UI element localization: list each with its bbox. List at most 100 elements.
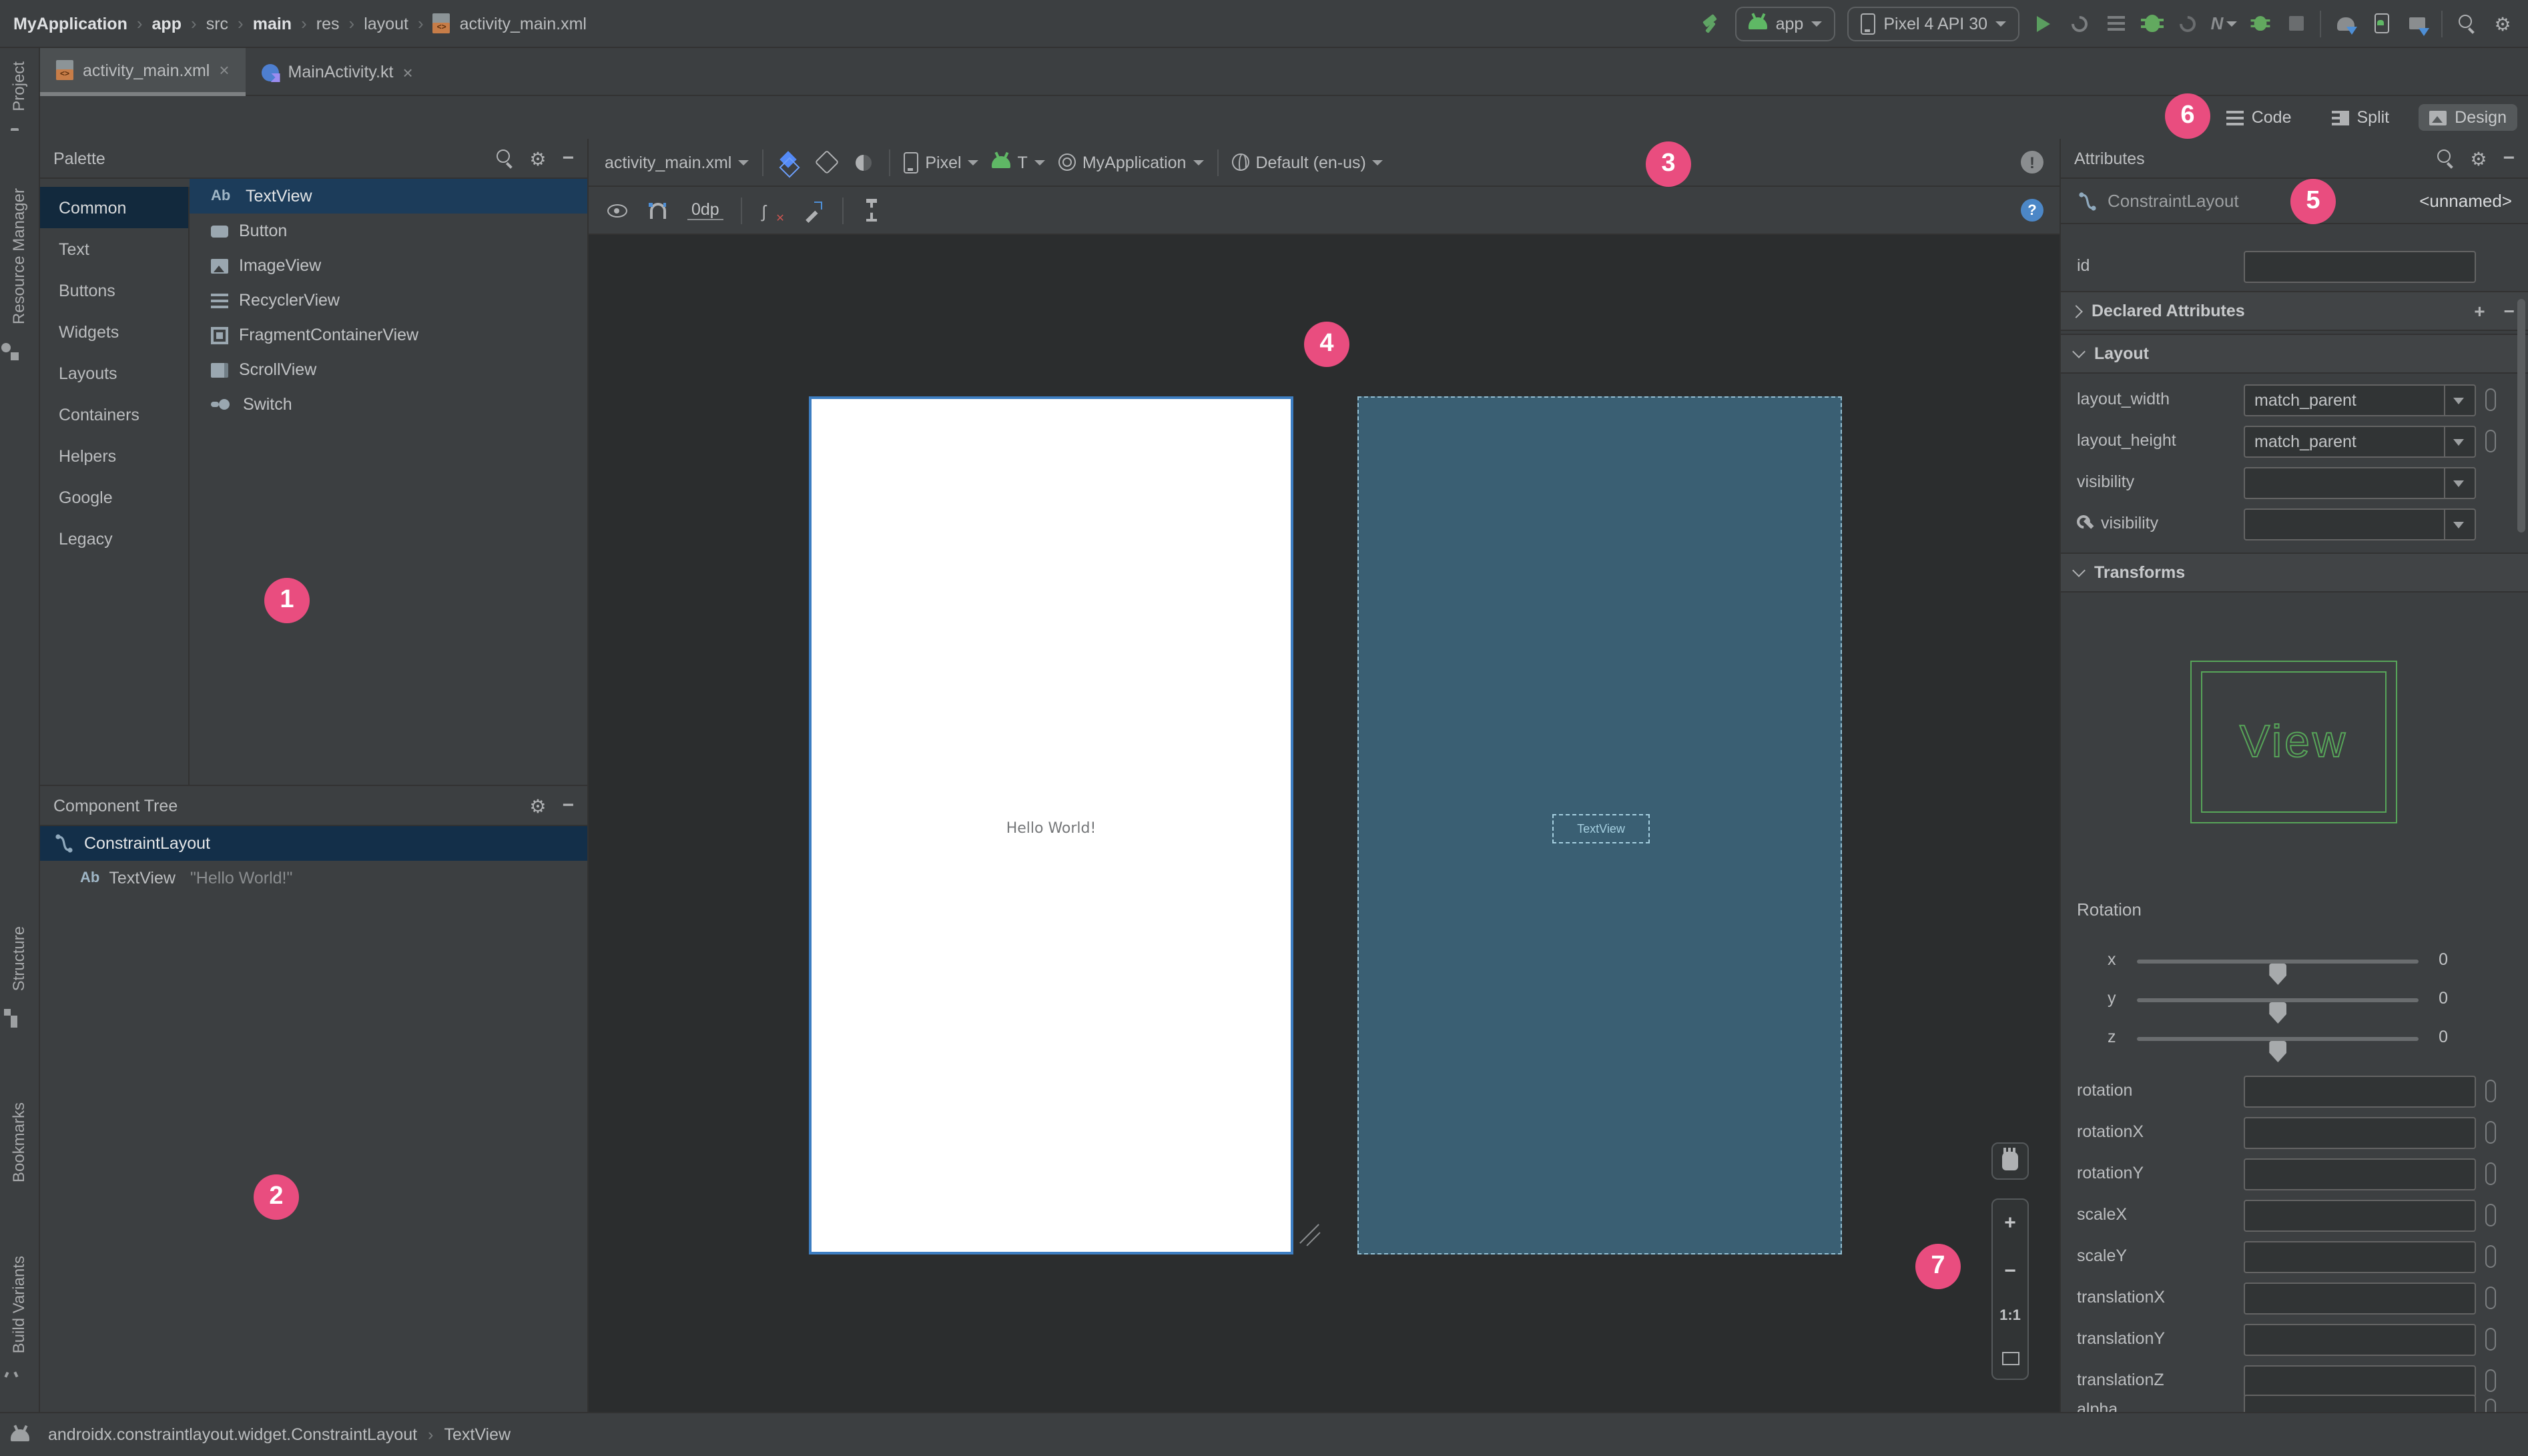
locale-selector[interactable]: Default (en-us) xyxy=(1231,153,1383,171)
blueprint-textview[interactable]: TextView xyxy=(1552,814,1650,843)
transforms-section[interactable]: Transforms xyxy=(2061,553,2528,593)
palette-item-fragmentcontainerview[interactable]: FragmentContainerView xyxy=(190,318,587,352)
file-selector[interactable]: activity_main.xml xyxy=(605,153,749,171)
translationx-input[interactable] xyxy=(2244,1283,2476,1315)
palette-item-button[interactable]: Button xyxy=(190,214,587,248)
run-configuration-select[interactable]: app xyxy=(1735,6,1836,41)
layout-height-select[interactable]: match_parent xyxy=(2244,426,2476,458)
field-flag[interactable] xyxy=(2485,1369,2496,1392)
translationy-input[interactable] xyxy=(2244,1324,2476,1356)
translationz-input[interactable] xyxy=(2244,1365,2476,1397)
help-icon[interactable]: ? xyxy=(2021,199,2043,222)
apply-changes-icon[interactable] xyxy=(2068,11,2092,35)
tool-button-bookmarks[interactable]: Bookmarks xyxy=(9,1102,28,1182)
bookmarks-icon[interactable] xyxy=(11,1206,29,1225)
view-options-eye-icon[interactable] xyxy=(605,198,629,222)
issue-panel-icon[interactable]: ! xyxy=(2021,151,2043,173)
run-button[interactable] xyxy=(2031,11,2056,35)
rotationx-input[interactable] xyxy=(2244,1117,2476,1149)
gear-icon[interactable]: ⚙ xyxy=(2470,149,2487,167)
design-surface-selector[interactable] xyxy=(777,150,801,174)
palette-item-switch[interactable]: Switch xyxy=(190,387,587,422)
resource-manager-icon[interactable] xyxy=(11,352,29,371)
slider-track[interactable] xyxy=(2137,1037,2419,1062)
zoom-actual-size-button[interactable]: 1:1 xyxy=(1999,1309,2021,1324)
stop-button[interactable] xyxy=(2284,11,2308,35)
hello-world-text[interactable]: Hello World! xyxy=(812,819,1291,837)
field-flag[interactable] xyxy=(2485,1399,2496,1412)
tree-item-textview[interactable]: Ab TextView "Hello World!" xyxy=(40,861,587,895)
structure-icon[interactable] xyxy=(11,1016,29,1034)
scalex-input[interactable] xyxy=(2244,1200,2476,1232)
build-variants-android-icon[interactable] xyxy=(11,1376,29,1395)
debug-button[interactable] xyxy=(2140,11,2164,35)
palette-category-helpers[interactable]: Helpers xyxy=(40,435,188,476)
tab-mainactivity-kt[interactable]: MainActivity.kt × xyxy=(246,48,429,96)
zoom-to-fit-icon[interactable] xyxy=(2001,1351,2019,1365)
palette-item-imageview[interactable]: ImageView xyxy=(190,248,587,283)
zoom-out-button[interactable]: − xyxy=(2004,1261,2016,1281)
breadcrumb-src[interactable]: src xyxy=(206,14,228,33)
tree-item-constraintlayout[interactable]: ConstraintLayout xyxy=(40,826,587,861)
tool-button-project[interactable]: Project xyxy=(9,61,28,111)
id-input[interactable] xyxy=(2244,251,2476,283)
layout-width-select[interactable]: match_parent xyxy=(2244,384,2476,416)
view-mode-split[interactable]: Split xyxy=(2321,104,2401,131)
palette-category-google[interactable]: Google xyxy=(40,476,188,518)
project-folder-icon[interactable] xyxy=(11,131,29,149)
slider-track[interactable] xyxy=(2137,998,2419,1024)
breadcrumb-main[interactable]: main xyxy=(253,14,292,33)
rotationy-input[interactable] xyxy=(2244,1158,2476,1190)
api-version-selector[interactable]: T xyxy=(992,153,1045,171)
default-margins-selector[interactable]: 0dp xyxy=(687,200,723,220)
add-attribute-button[interactable]: + xyxy=(2474,300,2485,322)
guidelines-icon[interactable] xyxy=(861,198,885,222)
rotation-input[interactable] xyxy=(2244,1076,2476,1108)
palette-item-scrollview[interactable]: ScrollView xyxy=(190,352,587,387)
autoconnect-magnet-icon[interactable] xyxy=(646,198,670,222)
search-icon[interactable] xyxy=(496,149,513,167)
close-tab-icon[interactable]: × xyxy=(219,60,229,80)
field-flag[interactable] xyxy=(2485,1287,2496,1309)
night-mode-selector[interactable] xyxy=(852,150,876,174)
breadcrumb-project[interactable]: MyApplication xyxy=(13,14,127,33)
palette-category-legacy[interactable]: Legacy xyxy=(40,518,188,559)
attach-debugger-icon[interactable] xyxy=(2248,11,2272,35)
hide-panel-icon[interactable]: − xyxy=(562,794,574,817)
blueprint-preview[interactable]: TextView xyxy=(1357,396,1842,1254)
field-flag[interactable] xyxy=(2485,1162,2496,1185)
slider-thumb[interactable] xyxy=(2269,1041,2287,1062)
apply-code-changes-icon[interactable] xyxy=(2104,11,2128,35)
field-flag[interactable] xyxy=(2485,1328,2496,1351)
field-flag[interactable] xyxy=(2485,1080,2496,1102)
status-class-path[interactable]: androidx.constraintlayout.widget.Constra… xyxy=(48,1425,417,1444)
close-tab-icon[interactable]: × xyxy=(402,62,412,82)
palette-category-common[interactable]: Common xyxy=(40,187,188,228)
palette-category-containers[interactable]: Containers xyxy=(40,394,188,435)
breadcrumb-res[interactable]: res xyxy=(316,14,340,33)
attributes-scrollbar[interactable] xyxy=(2517,299,2525,532)
layout-section[interactable]: Layout xyxy=(2061,334,2528,374)
field-flag[interactable] xyxy=(2485,1245,2496,1268)
settings-gear-icon[interactable]: ⚙ xyxy=(2491,11,2515,35)
palette-item-textview[interactable]: Ab TextView xyxy=(190,179,587,214)
visibility-select[interactable] xyxy=(2244,467,2476,499)
hide-panel-icon[interactable]: − xyxy=(2503,147,2515,169)
layout-width-flag[interactable] xyxy=(2485,388,2496,411)
sdk-manager-icon[interactable] xyxy=(2405,11,2429,36)
tab-activity-main-xml[interactable]: activity_main.xml × xyxy=(40,48,246,96)
device-manager-icon[interactable] xyxy=(2369,11,2393,35)
device-selector[interactable]: Pixel xyxy=(904,151,979,173)
build-hammer-icon[interactable] xyxy=(1700,11,1724,35)
resize-handle[interactable] xyxy=(1296,1225,1325,1254)
palette-category-widgets[interactable]: Widgets xyxy=(40,311,188,352)
profiler-icon[interactable] xyxy=(2176,11,2200,35)
palette-category-text[interactable]: Text xyxy=(40,228,188,270)
search-icon[interactable] xyxy=(2437,149,2454,167)
profiler-n-icon[interactable]: N xyxy=(2211,11,2237,35)
scaley-input[interactable] xyxy=(2244,1241,2476,1273)
theme-selector[interactable]: MyApplication xyxy=(1058,153,1204,171)
tools-visibility-select[interactable] xyxy=(2244,508,2476,540)
view-mode-design[interactable]: Design xyxy=(2419,104,2517,131)
breadcrumb-layout[interactable]: layout xyxy=(364,14,408,33)
